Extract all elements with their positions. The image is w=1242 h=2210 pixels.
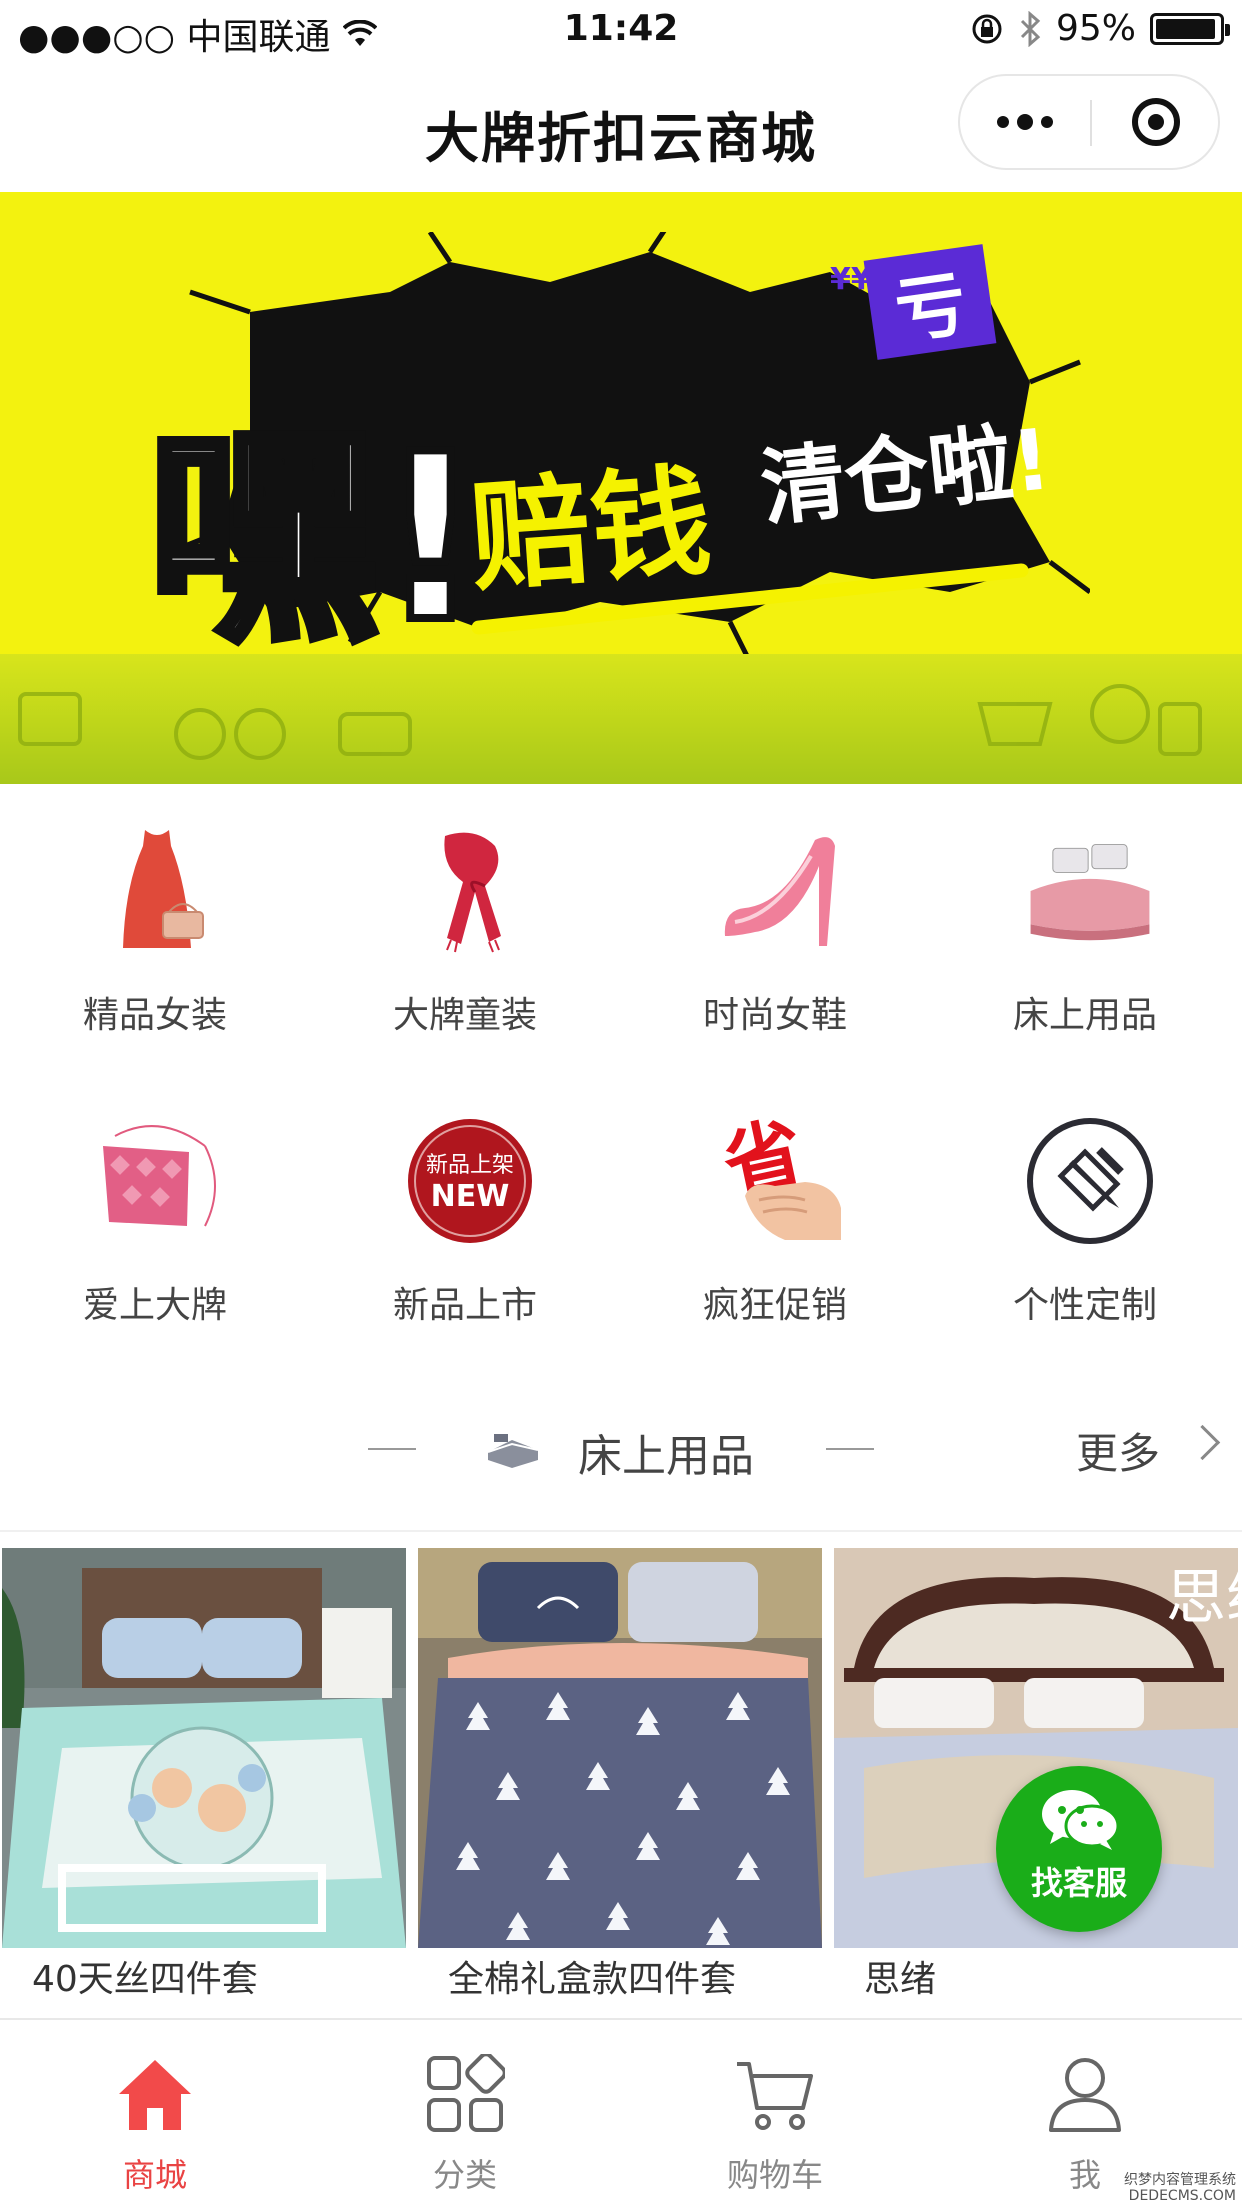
wechat-icon [1042, 1790, 1120, 1850]
svg-text:NEW: NEW [431, 1179, 510, 1214]
user-icon [1049, 2058, 1121, 2132]
tab-category[interactable]: 分类 [310, 2020, 620, 2210]
mini-program-capsule [958, 74, 1220, 170]
section-header-bedding: 床上用品 更多 [0, 1380, 1242, 1520]
rotation-lock-icon [972, 14, 1002, 43]
chevron-right-icon[interactable] [1184, 1424, 1221, 1461]
more-dots-icon [997, 116, 1009, 128]
battery-percent: 95% [1055, 8, 1136, 49]
close-mini-program-button[interactable] [1092, 76, 1220, 168]
banner-hey-text: 嘿! [144, 402, 487, 677]
category-item-new-arrivals[interactable]: 新品上架 NEW 新品上市 [310, 1076, 620, 1356]
pencil-edit-icon [1025, 1116, 1155, 1246]
svg-text:思绪: 思绪 [1166, 1563, 1238, 1633]
svg-text:新品上架: 新品上架 [426, 1153, 514, 1178]
category-item-bedding[interactable]: 床上用品 [930, 786, 1240, 1066]
product-image[interactable] [2, 1548, 406, 1948]
battery-icon [1150, 12, 1230, 45]
category-label: 疯狂促销 [702, 1285, 847, 1326]
category-grid-icon [427, 2054, 505, 2132]
product-card[interactable]: 全棉礼盒款四件套 [418, 1548, 822, 2028]
bluetooth-icon [1020, 10, 1041, 47]
home-icon [119, 2060, 191, 2130]
more-link[interactable]: 更多 [1076, 1420, 1160, 1481]
tab-label: 分类 [432, 2156, 497, 2194]
status-bar: ●●●○○ 中国联通 11:42 95% [0, 0, 1242, 62]
category-item-customize[interactable]: 个性定制 [930, 1076, 1240, 1356]
category-item-brands[interactable]: 爱上大牌 [0, 1076, 310, 1356]
promo-hand-icon: 省 [715, 1116, 845, 1246]
service-label: 找客服 [1030, 1864, 1127, 1902]
category-label: 时尚女鞋 [702, 995, 847, 1036]
promo-banner[interactable]: 嘿! 赔钱 清仓啦! ¥¥ 亏 [0, 192, 1242, 784]
category-grid: 精品女装 大牌童装 时尚女鞋 床上用品 爱上大牌 新品上架 NEW 新品上市 省… [0, 786, 1242, 1366]
product-name: 思绪 [864, 1959, 937, 2000]
product-image[interactable] [418, 1548, 822, 1948]
more-menu-button[interactable] [960, 76, 1090, 168]
category-label: 床上用品 [1012, 995, 1157, 1036]
category-item-womens-wear[interactable]: 精品女装 [0, 786, 310, 1066]
tab-bar: 商城 分类 购物车 我 [0, 2018, 1242, 2210]
category-label: 个性定制 [1012, 1285, 1157, 1326]
category-item-promotions[interactable]: 省 疯狂促销 [620, 1076, 930, 1356]
cart-icon [737, 2062, 813, 2130]
new-arrival-icon: 新品上架 NEW [405, 1116, 535, 1246]
scarf-icon [405, 826, 535, 956]
bedding-icon [1025, 826, 1155, 956]
tab-label: 商城 [122, 2156, 187, 2194]
product-name: 全棉礼盒款四件套 [448, 1959, 737, 2000]
banner-ground [0, 654, 1242, 784]
category-item-kids-wear[interactable]: 大牌童装 [310, 786, 620, 1066]
tab-home[interactable]: 商城 [0, 2020, 310, 2210]
banner-headline-main: 赔钱 [466, 452, 716, 609]
banner-badge: 亏 [863, 244, 997, 360]
category-label: 爱上大牌 [82, 1285, 227, 1326]
high-heel-icon [715, 826, 845, 956]
category-label: 大牌童装 [392, 995, 537, 1036]
category-item-womens-shoes[interactable]: 时尚女鞋 [620, 786, 930, 1066]
product-card[interactable]: 40天丝四件套 [2, 1548, 406, 2028]
tab-cart[interactable]: 购物车 [620, 2020, 930, 2210]
bed-icon [487, 1434, 539, 1468]
dress-icon [95, 826, 225, 956]
nav-bar: 大牌折扣云商城 [0, 62, 1242, 190]
customer-service-button[interactable]: 找客服 [996, 1766, 1162, 1932]
handbag-icon [95, 1116, 225, 1246]
target-close-icon [1132, 98, 1180, 146]
category-label: 新品上市 [392, 1285, 537, 1326]
section-title: 床上用品 [578, 1431, 754, 1482]
category-label: 精品女装 [82, 995, 227, 1036]
shopping-doodles-icon [18, 684, 1202, 760]
watermark: 织梦内容管理系统 DEDECMS.COM [1124, 2172, 1236, 2204]
tab-label: 购物车 [726, 2156, 823, 2194]
product-name: 40天丝四件套 [32, 1959, 258, 2000]
